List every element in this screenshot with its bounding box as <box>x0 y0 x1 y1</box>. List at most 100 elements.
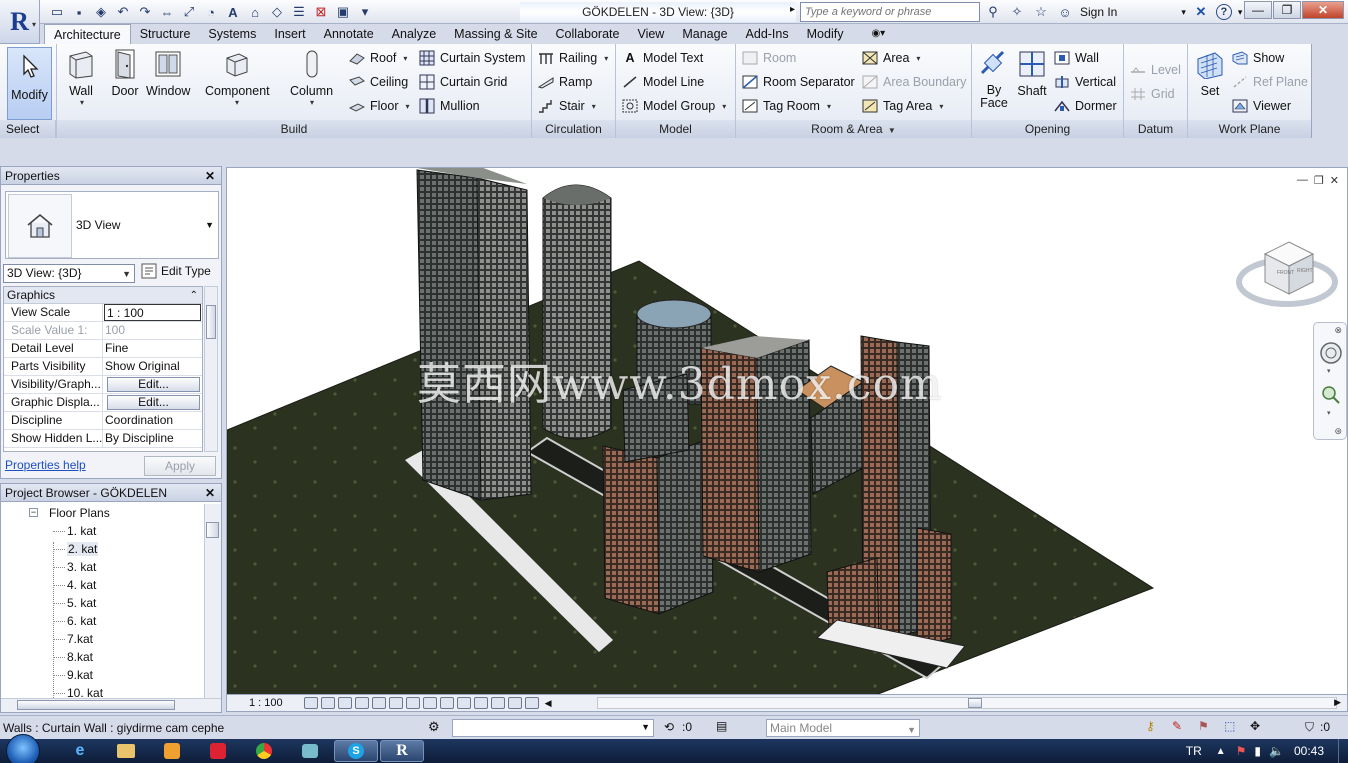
detail-level-field[interactable]: Fine <box>103 340 202 357</box>
shaft-button[interactable]: Shaft <box>1016 48 1048 98</box>
tag-room-button[interactable]: Tag Room ▾ <box>742 96 831 116</box>
room-separator-button[interactable]: Room Separator <box>742 72 855 92</box>
tag-icon[interactable]: ◔ <box>202 3 220 21</box>
visual-style-icon[interactable] <box>321 697 336 709</box>
viewport-horizontal-scrollbar[interactable] <box>597 697 1337 709</box>
navbar-options-icon[interactable]: ⊛ <box>1334 426 1342 437</box>
tab-add-ins[interactable]: Add-Ins <box>737 24 798 44</box>
taskbar-skype-icon[interactable]: S <box>334 740 378 762</box>
tree-item-floor-plan[interactable]: 5. kat <box>1 594 205 612</box>
user-icon[interactable]: ☺ <box>1056 3 1074 21</box>
stair-button[interactable]: Stair ▾ <box>538 96 596 116</box>
analytical-model-icon[interactable] <box>491 697 506 709</box>
select-pinned-icon[interactable]: ⚑ <box>1198 719 1209 733</box>
viewcube[interactable]: FRONT RIGHT <box>1235 234 1339 316</box>
tag-area-button[interactable]: Tag Area ▾ <box>862 96 943 116</box>
shadows-icon[interactable] <box>355 697 370 709</box>
by-face-button[interactable]: By Face <box>978 48 1010 110</box>
taskbar-explorer-icon[interactable] <box>104 740 148 762</box>
parts-visibility-field[interactable]: Show Original <box>103 358 202 375</box>
tree-item-floor-plan[interactable]: 3. kat <box>1 558 205 576</box>
tree-item-floor-plan[interactable]: 4. kat <box>1 576 205 594</box>
viewport-scroll-thumb[interactable] <box>968 698 982 708</box>
properties-close-icon[interactable]: ✕ <box>205 167 215 185</box>
editing-requests-icon[interactable]: ⟲ <box>664 720 674 734</box>
filter-icon[interactable]: ⛉ <box>1305 720 1314 735</box>
crop-view-icon[interactable] <box>389 697 404 709</box>
tab-view[interactable]: View <box>628 24 673 44</box>
default-3d-icon[interactable]: ⌂ <box>246 3 264 21</box>
section-icon[interactable]: ◇ <box>268 3 286 21</box>
component-button[interactable]: Component ▾ <box>205 48 270 107</box>
wall-button[interactable]: Wall ▾ <box>65 48 97 107</box>
model-group-button[interactable]: Model Group ▾ <box>622 96 726 116</box>
volume-icon[interactable]: 🔈 <box>1269 744 1284 758</box>
tab-structure[interactable]: Structure <box>131 24 200 44</box>
3d-viewport[interactable]: 莫西网www.3dmox.com — ❐ ✕ FRONT RIGHT ⊗ ▾ ▾… <box>226 167 1348 695</box>
tree-item-floor-plan[interactable]: 8.kat <box>1 648 205 666</box>
roof-button[interactable]: Roof ▾ <box>349 48 407 68</box>
mullion-button[interactable]: Mullion <box>419 96 480 116</box>
grid-button[interactable]: Grid <box>1130 84 1175 104</box>
design-option-dropdown[interactable]: Main Model ▼ <box>766 719 920 737</box>
help-icon[interactable]: ? <box>1215 4 1232 20</box>
properties-scroll-thumb[interactable] <box>206 305 216 339</box>
help-dropdown-icon[interactable]: ▾ <box>1238 7 1243 18</box>
application-menu-button[interactable]: R ▾ <box>0 0 40 44</box>
model-line-button[interactable]: Model Line <box>622 72 704 92</box>
set-workplane-button[interactable]: Set <box>1194 48 1226 98</box>
tree-node-floor-plans[interactable]: − Floor Plans <box>1 504 205 522</box>
tab-collaborate[interactable]: Collaborate <box>547 24 629 44</box>
subscription-icon[interactable]: ✧ <box>1008 3 1026 21</box>
thin-lines-icon[interactable]: ☰ <box>290 3 308 21</box>
show-crop-icon[interactable] <box>406 697 421 709</box>
tree-item-floor-plan[interactable]: 2. kat <box>1 540 205 558</box>
ref-plane-button[interactable]: Ref Plane <box>1232 72 1308 92</box>
viewer-button[interactable]: Viewer <box>1232 96 1291 116</box>
rendering-icon[interactable] <box>372 697 387 709</box>
collapse-icon[interactable]: − <box>29 508 38 517</box>
measure-icon[interactable]: ⇔ <box>158 3 176 21</box>
railing-button[interactable]: Railing ▾ <box>538 48 608 68</box>
dimension-icon[interactable]: ⤢ <box>180 3 198 21</box>
tree-item-floor-plan[interactable]: 1. kat <box>1 522 205 540</box>
view-restore-icon[interactable]: ❐ <box>1314 174 1324 187</box>
edit-type-button[interactable]: Edit Type <box>141 263 211 279</box>
reveal-hidden-icon[interactable] <box>457 697 472 709</box>
detail-level-icon[interactable] <box>304 697 319 709</box>
view-minimize-icon[interactable]: — <box>1297 174 1308 187</box>
browser-vscroll-thumb[interactable] <box>206 522 219 538</box>
language-indicator[interactable]: TR <box>1186 744 1202 758</box>
wheel-dropdown-icon[interactable]: ▾ <box>1327 367 1331 375</box>
title-expand-icon[interactable]: ▸ <box>790 4 795 15</box>
column-button[interactable]: Column ▾ <box>290 48 333 107</box>
tray-expand-icon[interactable]: ▲ <box>1216 746 1226 757</box>
minimize-button[interactable]: — <box>1244 1 1272 19</box>
save-icon[interactable]: ▪ <box>70 3 88 21</box>
active-workset-dropdown[interactable]: ▼ <box>452 719 654 737</box>
tab-manage[interactable]: Manage <box>673 24 736 44</box>
curtain-grid-button[interactable]: Curtain Grid <box>419 72 507 92</box>
text-icon[interactable]: A <box>224 3 242 21</box>
sign-in-dropdown-icon[interactable]: ▾ <box>1181 7 1186 18</box>
properties-scrollbar[interactable] <box>204 286 218 452</box>
level-button[interactable]: Level <box>1130 60 1181 80</box>
tab-massing-site[interactable]: Massing & Site <box>445 24 546 44</box>
browser-vertical-scrollbar[interactable] <box>204 504 221 700</box>
zoom-icon[interactable] <box>1321 385 1341 405</box>
ceiling-button[interactable]: Ceiling <box>349 72 408 92</box>
tree-item-floor-plan[interactable]: 7.kat <box>1 630 205 648</box>
action-center-icon[interactable]: ⚑ <box>1236 744 1247 758</box>
sign-in-link[interactable]: Sign In <box>1080 5 1117 19</box>
select-by-face-icon[interactable]: ⬚ <box>1224 719 1235 733</box>
tab-modify[interactable]: Modify <box>798 24 853 44</box>
search-input[interactable] <box>800 2 980 22</box>
steering-wheel-icon[interactable] <box>1319 341 1343 365</box>
project-browser-close-icon[interactable]: ✕ <box>205 484 215 502</box>
highlight-displacement-icon[interactable] <box>508 697 523 709</box>
room-area-panel-title[interactable]: Room & Area ▼ <box>736 120 971 138</box>
model-text-button[interactable]: A Model Text <box>622 48 703 68</box>
scroll-left-icon[interactable]: ◀ <box>545 698 552 709</box>
show-hidden-lines-field[interactable]: By Discipline <box>103 430 202 447</box>
select-links-icon[interactable]: ⚷ <box>1146 719 1155 733</box>
